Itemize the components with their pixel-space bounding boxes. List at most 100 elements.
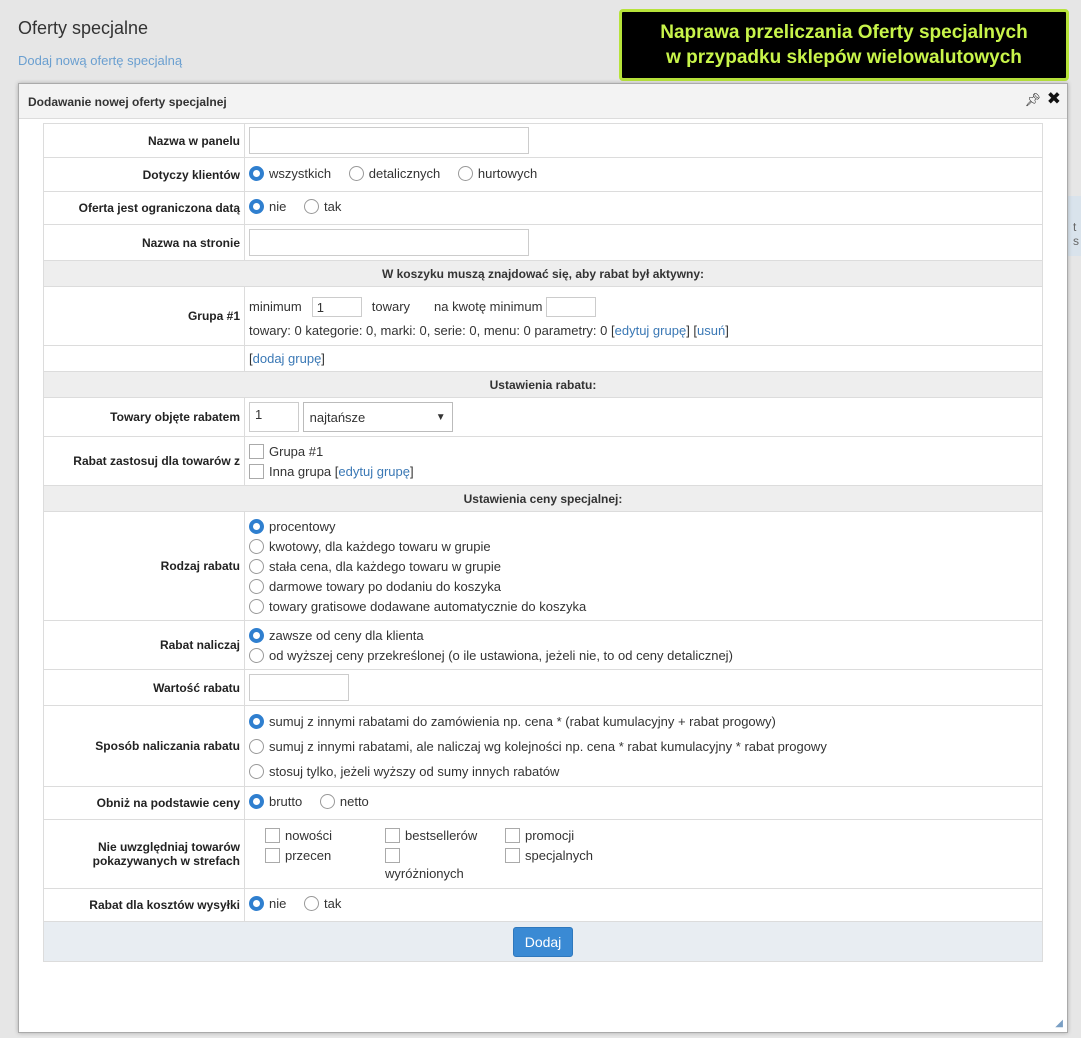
group-min-label: minimum (249, 299, 302, 314)
close-icon[interactable]: ✖ (1047, 89, 1061, 109)
radio-icon[interactable] (249, 199, 264, 214)
radio-icon[interactable] (249, 598, 264, 614)
group-amount-input[interactable] (546, 296, 597, 317)
row-discount-value: Wartość rabatu (43, 669, 1043, 706)
section-discount: Ustawienia rabatu: (43, 371, 1043, 398)
shipping-discount-option-no[interactable]: nie (249, 896, 286, 911)
group-min-input[interactable]: 1 (311, 296, 362, 317)
checkbox-icon[interactable] (249, 443, 264, 459)
price-basis-option-gross[interactable]: brutto (249, 794, 302, 809)
submit-button[interactable]: Dodaj (512, 926, 574, 957)
add-offer-link[interactable]: Dodaj nową ofertę specjalną (18, 53, 182, 68)
covered-items-select[interactable]: najtańsze ▼ (302, 402, 453, 432)
radio-icon[interactable] (348, 165, 364, 181)
covered-items-select-value: najtańsze (309, 409, 366, 425)
label-calc-from: Rabat naliczaj (43, 620, 245, 670)
row-calc-from: Rabat naliczaj zawsze od ceny dla klient… (43, 620, 1043, 670)
shipping-discount-option-yes[interactable]: tak (303, 896, 341, 911)
calc-from-option-crossed-price[interactable]: od wyższej ceny przekreślonej (o ile ust… (249, 645, 1038, 665)
exclude-option-featured[interactable]: wyróżnionych (385, 847, 505, 881)
discount-type-option-free-items[interactable]: darmowe towary po dodaniu do koszyka (249, 576, 1038, 596)
checkbox-icon[interactable] (249, 463, 264, 479)
label-shipping-discount: Rabat dla kosztów wysyłki (43, 888, 245, 922)
remove-group-link[interactable]: usuń (697, 323, 725, 338)
site-name-input[interactable] (249, 229, 529, 256)
radio-icon[interactable] (249, 738, 264, 754)
radio-icon[interactable] (319, 794, 335, 809)
radio-icon[interactable] (249, 578, 264, 594)
checkbox-icon[interactable] (265, 847, 280, 863)
radio-icon[interactable] (457, 165, 473, 181)
chevron-down-icon: ▼ (435, 411, 446, 423)
label-date-limited: Oferta jest ograniczona datą (43, 191, 245, 225)
radio-icon[interactable] (249, 627, 264, 643)
row-calc-method: Sposób naliczania rabatu sumuj z innymi … (43, 705, 1043, 787)
checkbox-icon[interactable] (505, 827, 520, 843)
offer-form-table: Nazwa w panelu Dotyczy klientów wszystki… (43, 123, 1043, 962)
section-price-title: Ustawienia ceny specjalnej: (43, 485, 1043, 512)
covered-items-count-input[interactable]: 1 (249, 402, 299, 432)
radio-icon[interactable] (303, 199, 319, 214)
checkbox-icon[interactable] (385, 827, 400, 843)
edit-group-link[interactable]: edytuj grupę (615, 323, 687, 338)
label-customers: Dotyczy klientów (43, 157, 245, 192)
add-group-link[interactable]: dodaj grupę (253, 351, 322, 366)
date-limited-option-no[interactable]: nie (249, 199, 286, 214)
group-summary: towary: 0 kategorie: 0, marki: 0, serie:… (249, 322, 608, 338)
label-exclude-zones: Nie uwzględniaj towarów pokazywanych w s… (43, 819, 245, 889)
exclude-option-bestsellers[interactable]: bestsellerów (385, 827, 505, 848)
apply-for-option-other[interactable]: Inna grupa [edytuj grupę] (249, 461, 1038, 481)
apply-for-edit-group-link[interactable]: edytuj grupę (338, 464, 410, 479)
radio-icon[interactable] (249, 558, 264, 574)
banner-line-1: Naprawa przeliczania Oferty specjalnych (660, 22, 1028, 43)
calc-method-option-higher-only[interactable]: stosuj tylko, jeżeli wyższy od sumy inny… (249, 759, 1038, 784)
discount-type-option-amount[interactable]: kwotowy, dla każdego towaru w grupie (249, 536, 1038, 556)
radio-icon[interactable] (249, 518, 264, 534)
radio-icon[interactable] (249, 763, 264, 779)
price-basis-option-net[interactable]: netto (319, 794, 369, 809)
radio-icon[interactable] (249, 794, 264, 809)
discount-type-option-fixed-price[interactable]: stała cena, dla każdego towaru w grupie (249, 556, 1038, 576)
row-price-basis: Obniż na podstawie ceny brutto netto (43, 786, 1043, 820)
discount-type-option-percent[interactable]: procentowy (249, 516, 1038, 536)
dialog-title-bar[interactable]: Dodawanie nowej oferty specjalnej 📌︎ ✖ (19, 84, 1067, 119)
customers-option-wholesale[interactable]: hurtowych (457, 165, 537, 181)
customers-option-retail[interactable]: detalicznych (348, 165, 440, 181)
row-site-name: Nazwa na stronie (43, 224, 1043, 261)
resize-icon[interactable]: ◢ (1055, 1018, 1063, 1029)
apply-for-option-group1[interactable]: Grupa #1 (249, 441, 1038, 461)
row-customers: Dotyczy klientów wszystkich detalicznych… (43, 157, 1043, 192)
section-basket: W koszyku muszą znajdować się, aby rabat… (43, 260, 1043, 287)
checkbox-icon[interactable] (385, 847, 400, 863)
discount-type-option-gift-items[interactable]: towary gratisowe dodawane automatycznie … (249, 596, 1038, 616)
checkbox-icon[interactable] (505, 847, 520, 863)
row-covered-items: Towary objęte rabatem 1 najtańsze ▼ (43, 397, 1043, 437)
exclude-option-sale[interactable]: przecen (265, 847, 385, 881)
exclude-option-new[interactable]: nowości (265, 827, 385, 848)
discount-value-input[interactable] (249, 674, 349, 701)
background-text-fragment: t s (1073, 220, 1079, 248)
row-apply-for: Rabat zastosuj dla towarów z Grupa #1 In… (43, 436, 1043, 486)
group-amount-label: na kwotę minimum (434, 299, 543, 314)
section-discount-title: Ustawienia rabatu: (43, 371, 1043, 398)
checkbox-icon[interactable] (265, 827, 280, 843)
radio-icon[interactable] (249, 647, 264, 663)
exclude-option-promotions[interactable]: promocji (505, 827, 625, 848)
date-limited-option-yes[interactable]: tak (303, 199, 341, 214)
calc-method-option-sum[interactable]: sumuj z innymi rabatami do zamówienia np… (249, 709, 1038, 734)
label-site-name: Nazwa na stronie (43, 224, 245, 261)
radio-icon[interactable] (249, 713, 264, 729)
radio-icon[interactable] (249, 538, 264, 554)
customers-option-all[interactable]: wszystkich (249, 165, 331, 181)
radio-icon[interactable] (249, 165, 264, 181)
exclude-option-special[interactable]: specjalnych (505, 847, 625, 881)
pin-icon[interactable]: 📌︎ (1024, 92, 1041, 108)
calc-method-option-sequential[interactable]: sumuj z innymi rabatami, ale naliczaj wg… (249, 734, 1038, 759)
radio-icon[interactable] (303, 896, 319, 911)
label-discount-type: Rodzaj rabatu (43, 511, 245, 621)
calc-from-option-client-price[interactable]: zawsze od ceny dla klienta (249, 625, 1038, 645)
radio-icon[interactable] (249, 896, 264, 911)
panel-name-input[interactable] (249, 127, 529, 154)
dialog-title: Dodawanie nowej oferty specjalnej (28, 95, 227, 109)
label-group-1: Grupa #1 (43, 286, 245, 346)
